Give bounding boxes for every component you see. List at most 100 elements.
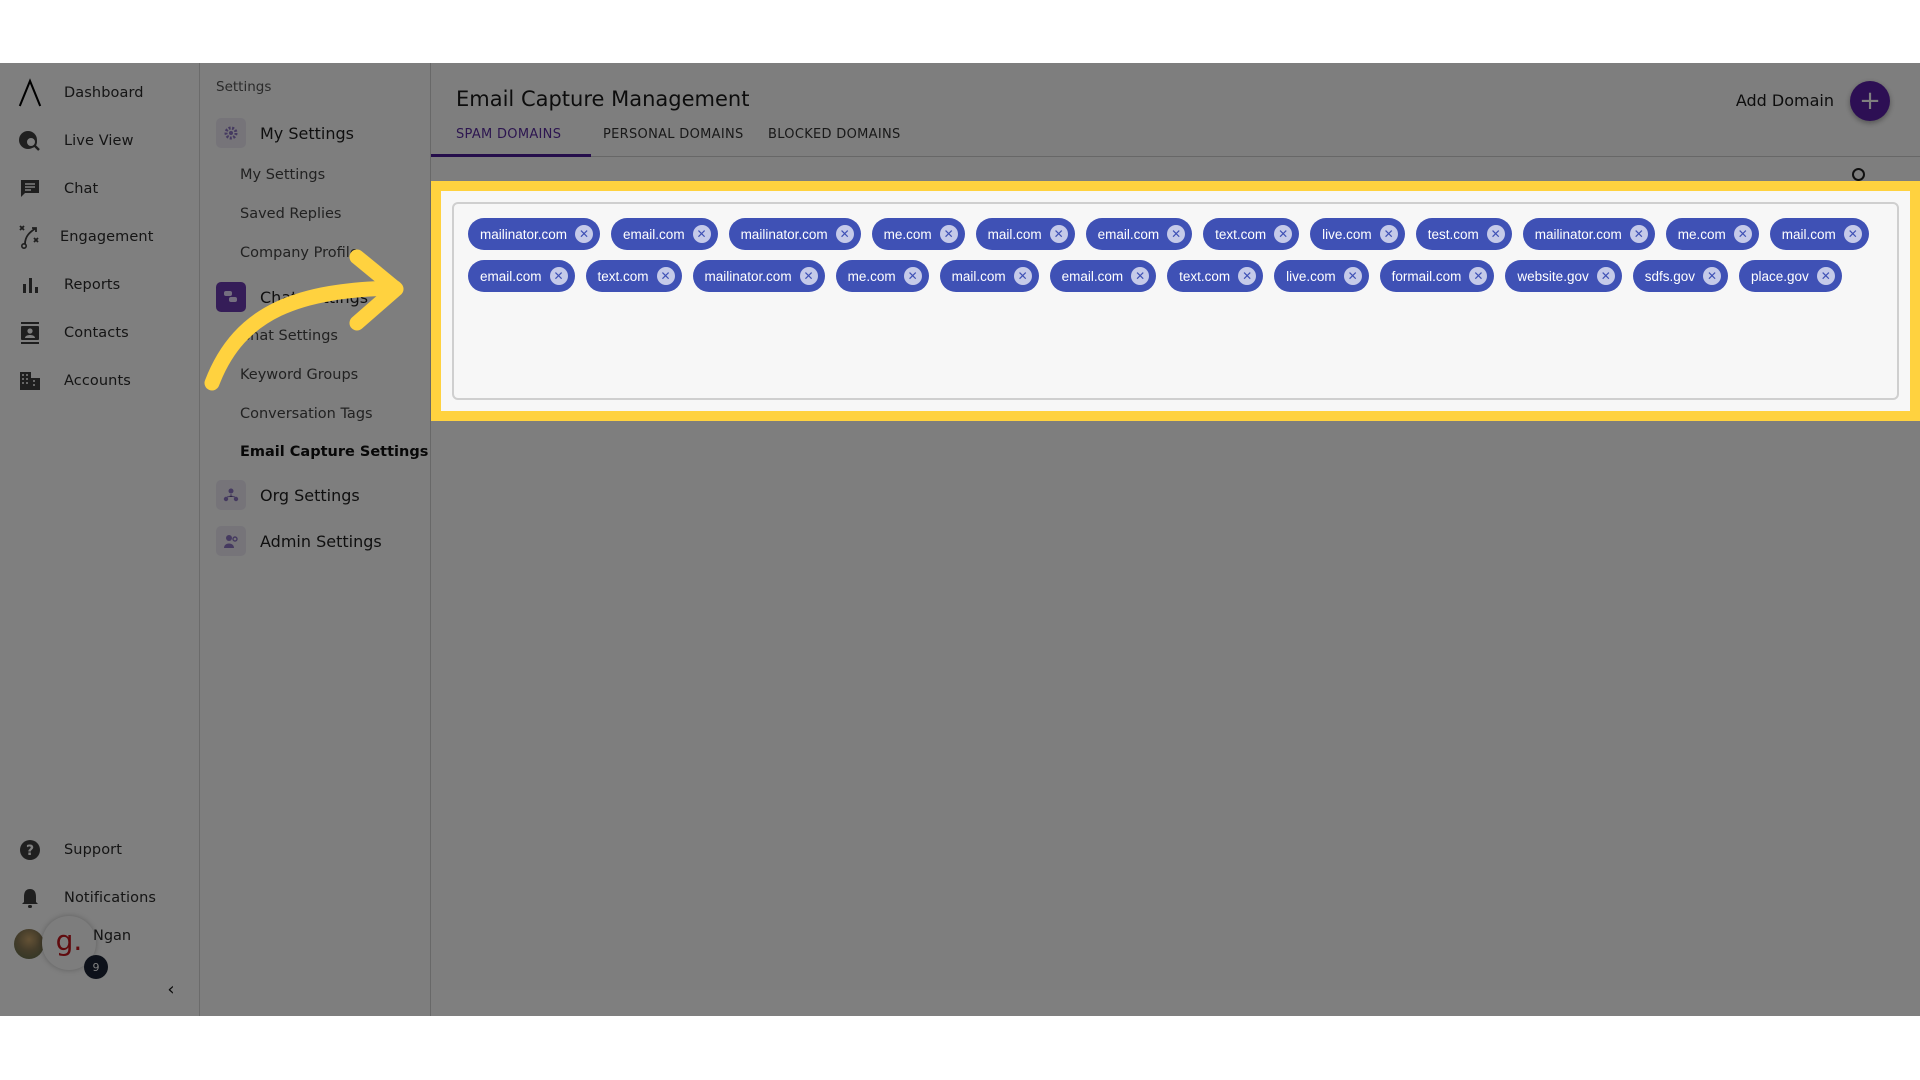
domain-chip-label: me.com [1677, 226, 1726, 242]
collapse-sidebar-button[interactable]: ‹ [160, 978, 182, 1000]
remove-chip-icon[interactable]: ✕ [1343, 267, 1362, 285]
settings-item-saved-replies[interactable]: Saved Replies [240, 206, 342, 222]
remove-chip-icon[interactable]: ✕ [1469, 267, 1488, 285]
remove-chip-icon[interactable]: ✕ [1843, 225, 1862, 243]
section-org-settings[interactable]: Org Settings [216, 479, 360, 511]
remove-chip-icon[interactable]: ✕ [1629, 225, 1648, 243]
domain-chip-label: mail.com [987, 226, 1042, 242]
user-profile[interactable]: g. 9 Ngan [12, 916, 192, 983]
nav-item-label: Contacts [64, 325, 129, 341]
domain-chip[interactable]: email.com ✕ [468, 260, 575, 292]
domain-chip-label: sdfs.gov [1644, 268, 1695, 284]
remove-chip-icon[interactable]: ✕ [1013, 267, 1032, 285]
domain-chip[interactable]: me.com ✕ [871, 218, 965, 250]
domain-chip[interactable]: mailinator.com ✕ [692, 260, 825, 292]
section-admin-settings[interactable]: Admin Settings [216, 525, 382, 557]
help-icon: ? [17, 837, 43, 863]
nav-item-support[interactable]: ? Support [0, 830, 199, 870]
domain-chip-label: mail.com [1781, 226, 1836, 242]
bell-icon [17, 885, 43, 911]
domain-chip[interactable]: formail.com ✕ [1379, 260, 1495, 292]
nav-item-contacts[interactable]: Contacts [0, 313, 199, 353]
domain-tabs: SPAM DOMAINS PERSONAL DOMAINS BLOCKED DO… [431, 119, 1920, 157]
remove-chip-icon[interactable]: ✕ [549, 267, 568, 285]
domain-chip[interactable]: mail.com ✕ [975, 218, 1075, 250]
remove-chip-icon[interactable]: ✕ [1596, 267, 1615, 285]
remove-chip-icon[interactable]: ✕ [1274, 225, 1293, 243]
tab-personal-domains[interactable]: PERSONAL DOMAINS [603, 127, 744, 142]
add-domain-label[interactable]: Add Domain [1736, 91, 1834, 110]
remove-chip-icon[interactable]: ✕ [1486, 225, 1505, 243]
domain-chip[interactable]: mail.com ✕ [939, 260, 1039, 292]
settings-item-keyword-groups[interactable]: Keyword Groups [240, 367, 358, 383]
nav-item-notifications[interactable]: Notifications [0, 878, 199, 918]
domain-chip[interactable]: text.com ✕ [585, 260, 682, 292]
domain-chip[interactable]: mail.com ✕ [1769, 218, 1869, 250]
domain-chip-label: mailinator.com [480, 226, 568, 242]
remove-chip-icon[interactable]: ✕ [1733, 225, 1752, 243]
search-icon[interactable] [1852, 168, 1865, 181]
nav-item-reports[interactable]: Reports [0, 265, 199, 305]
domain-chip[interactable]: sdfs.gov ✕ [1632, 260, 1728, 292]
domain-chip[interactable]: place.gov ✕ [1739, 260, 1842, 292]
domain-chip[interactable]: text.com ✕ [1203, 218, 1300, 250]
domain-chip[interactable]: mailinator.com ✕ [1522, 218, 1655, 250]
nav-item-engagement[interactable]: Engagement [0, 217, 199, 257]
nav-item-label: Accounts [64, 373, 131, 389]
domain-chip[interactable]: live.com ✕ [1310, 218, 1405, 250]
nav-item-label: Notifications [64, 890, 157, 906]
settings-item-company-profile[interactable]: Company Profile [240, 245, 359, 261]
domain-chip[interactable]: email.com ✕ [611, 218, 718, 250]
tab-blocked-domains[interactable]: BLOCKED DOMAINS [768, 127, 901, 142]
remove-chip-icon[interactable]: ✕ [799, 267, 818, 285]
remove-chip-icon[interactable]: ✕ [1816, 267, 1835, 285]
domain-chip[interactable]: text.com ✕ [1167, 260, 1264, 292]
svg-text:?: ? [26, 843, 34, 859]
domain-chip[interactable]: me.com ✕ [1665, 218, 1759, 250]
remove-chip-icon[interactable]: ✕ [1167, 225, 1186, 243]
settings-item-chat-settings[interactable]: Chat Settings [240, 328, 338, 344]
domain-chip-label: text.com [1179, 268, 1231, 284]
remove-chip-icon[interactable]: ✕ [1703, 267, 1721, 285]
domain-chip-label: place.gov [1751, 268, 1809, 284]
domain-chip[interactable]: mailinator.com ✕ [468, 218, 601, 250]
settings-item-my-settings[interactable]: My Settings [240, 167, 325, 183]
remove-chip-icon[interactable]: ✕ [903, 267, 922, 285]
nav-item-label: Reports [64, 277, 121, 293]
domain-chip[interactable]: mailinator.com ✕ [728, 218, 861, 250]
gear-icon [216, 118, 246, 148]
nav-item-accounts[interactable]: Accounts [0, 361, 199, 401]
remove-chip-icon[interactable]: ✕ [939, 225, 958, 243]
settings-title: Settings [216, 79, 272, 95]
remove-chip-icon[interactable]: ✕ [1379, 225, 1398, 243]
domain-chip[interactable]: website.gov ✕ [1505, 260, 1622, 292]
remove-chip-icon[interactable]: ✕ [656, 267, 675, 285]
remove-chip-icon[interactable]: ✕ [692, 225, 711, 243]
building-icon [17, 368, 43, 394]
tab-spam-domains[interactable]: SPAM DOMAINS [456, 127, 561, 142]
nav-item-dashboard[interactable]: Dashboard [0, 73, 199, 113]
settings-item-email-capture-settings[interactable]: Email Capture Settings [240, 444, 428, 460]
settings-item-conversation-tags[interactable]: Conversation Tags [240, 406, 373, 422]
domain-chip[interactable]: test.com ✕ [1415, 218, 1512, 250]
nav-item-label: Engagement [60, 229, 154, 245]
nav-item-live-view[interactable]: Live View [0, 121, 199, 161]
domain-chip[interactable]: email.com ✕ [1085, 218, 1193, 250]
section-chat-settings[interactable]: Chat Settings [216, 281, 368, 313]
avatar[interactable] [14, 929, 44, 959]
add-domain-button[interactable]: + [1850, 81, 1890, 121]
remove-chip-icon[interactable]: ✕ [575, 225, 594, 243]
chat-bubbles-icon [216, 282, 246, 312]
nav-item-chat[interactable]: Chat [0, 169, 199, 209]
logo-icon [17, 78, 43, 107]
remove-chip-icon[interactable]: ✕ [1131, 267, 1150, 285]
nav-item-label: Support [64, 842, 123, 858]
remove-chip-icon[interactable]: ✕ [835, 225, 854, 243]
section-label: Org Settings [260, 485, 360, 505]
section-my-settings[interactable]: My Settings [216, 117, 354, 149]
domain-chip[interactable]: live.com ✕ [1274, 260, 1369, 292]
domain-chip[interactable]: email.com ✕ [1049, 260, 1157, 292]
remove-chip-icon[interactable]: ✕ [1238, 267, 1257, 285]
remove-chip-icon[interactable]: ✕ [1049, 225, 1068, 243]
domain-chip[interactable]: me.com ✕ [835, 260, 929, 292]
